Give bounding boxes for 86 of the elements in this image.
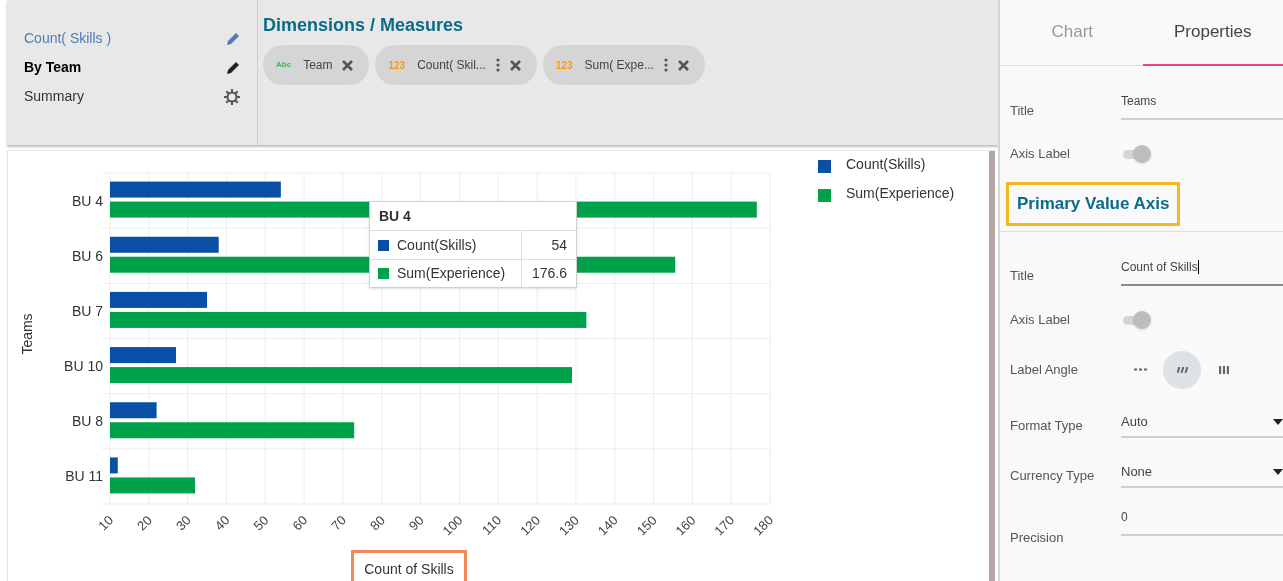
field-chip[interactable]: 123 Sum( Expe...: [542, 45, 705, 85]
tick-label: 100: [439, 512, 466, 539]
angle-option[interactable]: [1163, 350, 1201, 389]
bar[interactable]: [110, 367, 572, 384]
close-icon[interactable]: [509, 59, 521, 71]
section-heading: Primary Value Axis: [1006, 182, 1181, 226]
more-icon[interactable]: [495, 58, 500, 72]
axis-title: Count of Skills: [351, 550, 467, 581]
close-icon[interactable]: [342, 59, 354, 71]
type-tag: 123: [388, 57, 406, 73]
bar[interactable]: [110, 236, 219, 253]
category-label: BU 8: [71, 413, 103, 430]
tick-label: 140: [594, 512, 621, 539]
bar[interactable]: [110, 291, 208, 308]
field-chip[interactable]: 123 Count( Skil...: [375, 45, 537, 85]
chip-label: Count( Skil...: [417, 57, 486, 74]
tooltip-value: 176.6: [530, 264, 568, 283]
tick-label: 10: [95, 512, 117, 534]
field-label: Axis Label: [1010, 310, 1071, 329]
toggle-switch[interactable]: [1121, 145, 1153, 163]
field-label: Title: [1010, 101, 1036, 120]
type-tag: 123: [555, 57, 573, 73]
legend-label[interactable]: Sum(Experience): [846, 185, 955, 201]
tick-label: 170: [711, 512, 738, 539]
chip-label: Team: [303, 57, 333, 74]
chip-label: Sum( Expe...: [584, 57, 654, 74]
tick-label: 20: [134, 512, 155, 534]
field-label: Precision: [1010, 529, 1065, 547]
tick-label: 150: [633, 512, 660, 539]
field-label: Title: [1010, 267, 1036, 285]
dropdown[interactable]: None: [1121, 457, 1283, 488]
tick-label: 60: [289, 512, 311, 534]
bar[interactable]: [110, 347, 176, 364]
legend-label[interactable]: Count(Skills): [846, 156, 926, 172]
tick-label: 120: [517, 512, 544, 539]
bar[interactable]: [110, 457, 118, 474]
category-label: BU 4: [71, 192, 103, 209]
more-icon[interactable]: [663, 58, 668, 72]
axis-title: Teams: [19, 313, 35, 355]
field-label: Label Angle: [1010, 360, 1079, 379]
scrollbar[interactable]: [989, 151, 995, 581]
text-field[interactable]: Teams: [1121, 84, 1283, 120]
tick-label: 30: [172, 512, 194, 534]
category-label: BU 7: [71, 302, 103, 319]
bar[interactable]: [110, 311, 587, 328]
close-icon[interactable]: [677, 59, 689, 71]
tab[interactable]: Properties: [1142, 0, 1283, 66]
text-field[interactable]: Count of Skills: [1121, 249, 1283, 286]
tick-label: 160: [672, 512, 699, 539]
field-label: Format Type: [1010, 417, 1084, 435]
tooltip-title: BU 4: [370, 202, 576, 231]
report-item[interactable]: By Team: [24, 57, 82, 78]
text-field[interactable]: 0: [1121, 499, 1283, 536]
tick-label: 80: [367, 512, 388, 534]
bar[interactable]: [110, 181, 281, 198]
type-tag: Abc: [276, 59, 292, 71]
pencil-icon[interactable]: [225, 59, 241, 76]
category-label: BU 6: [71, 247, 103, 264]
category-label: BU 10: [64, 358, 103, 375]
tick-label: 180: [750, 512, 777, 539]
caret-icon: [1273, 418, 1283, 425]
toggle-switch[interactable]: [1121, 310, 1153, 329]
field-chip[interactable]: Abc Team: [263, 45, 370, 85]
tooltip-series-name: Sum(Experience): [397, 264, 506, 283]
text-cursor: [1197, 259, 1199, 274]
tick-label: 90: [405, 512, 427, 534]
tooltip-series-name: Count(Skills): [397, 235, 477, 255]
tick-label: 50: [250, 512, 272, 534]
tick-label: 40: [211, 512, 233, 534]
slanted-lines-icon: [1176, 366, 1188, 373]
category-label: BU 11: [65, 468, 103, 485]
bar[interactable]: [110, 402, 157, 419]
report-item[interactable]: Count( Skills ): [24, 28, 112, 49]
tick-label: 130: [556, 512, 582, 539]
vertical-lines-icon: [1219, 365, 1229, 374]
field-label: Currency Type: [1010, 467, 1096, 485]
tick-label: 110: [479, 512, 505, 538]
field-label: Axis Label: [1010, 145, 1071, 164]
tick-label: 70: [328, 512, 350, 534]
dropdown[interactable]: Auto: [1121, 407, 1283, 438]
horizontal-lines-icon: [1133, 368, 1147, 371]
report-item[interactable]: Summary: [24, 86, 84, 107]
caret-icon: [1273, 468, 1283, 475]
section-title: Dimensions / Measures: [263, 14, 465, 36]
settings-icon[interactable]: [223, 87, 241, 106]
tooltip-value: 54: [550, 235, 568, 255]
